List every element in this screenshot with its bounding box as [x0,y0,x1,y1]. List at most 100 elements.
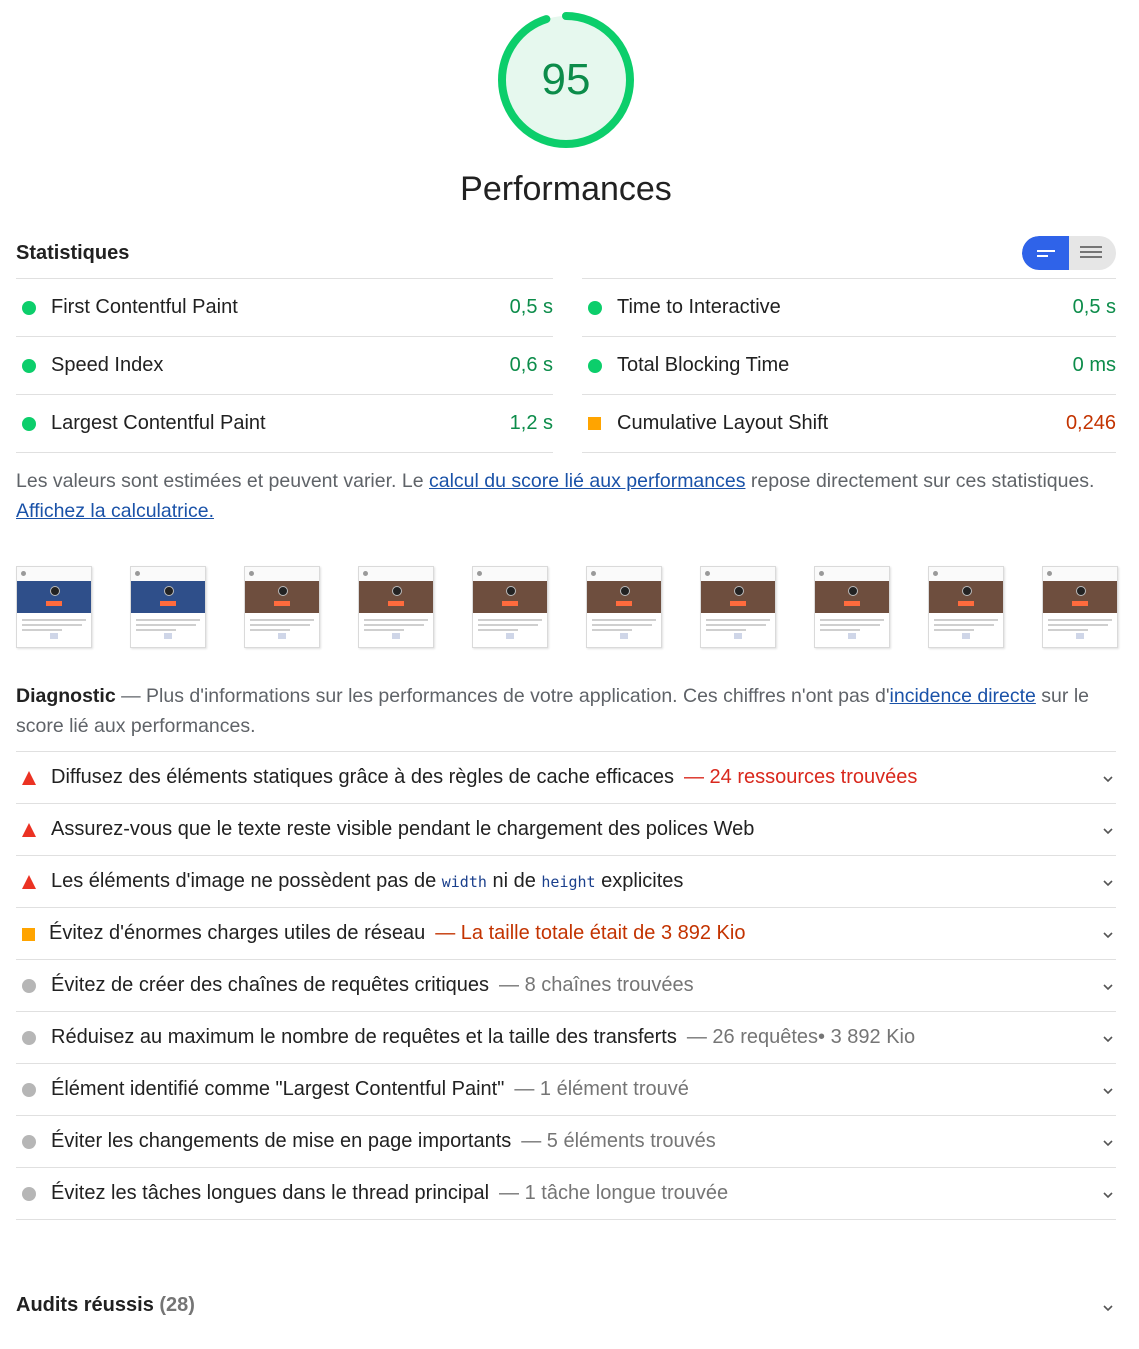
info-circle-icon [22,1031,36,1045]
average-square-icon [588,417,601,430]
lines-icon [1080,246,1102,248]
frame-hero-image [701,581,775,613]
audit-list: Diffusez des éléments statiques grâce à … [16,751,1116,1220]
fail-triangle-icon [22,771,36,785]
calculator-link[interactable]: Affichez la calculatrice. [16,500,214,522]
compact-view-button[interactable] [1069,236,1116,270]
fail-triangle-icon [22,875,36,889]
filmstrip-frame [586,566,662,648]
audit-layout-shift-elements[interactable]: Éviter les changements de mise en page i… [16,1115,1116,1167]
frame-hero-image [131,581,205,613]
frame-hero-image [815,581,889,613]
passed-audits-label: Audits réussis [16,1294,154,1316]
expanded-view-button[interactable] [1022,236,1069,270]
metric-value: 1,2 s [509,412,553,434]
frame-header [815,567,889,582]
audit-title: Réduisez au maximum le nombre de requête… [51,1026,915,1049]
frame-header [131,567,205,582]
audit-title: Évitez d'énormes charges utiles de résea… [49,922,745,945]
audit-title: Éviter les changements de mise en page i… [51,1130,716,1153]
audit-long-tasks[interactable]: Évitez les tâches longues dans le thread… [16,1167,1116,1220]
info-circle-icon [22,1083,36,1097]
audit-critical-request-chains[interactable]: Évitez de créer des chaînes de requêtes … [16,959,1116,1011]
code-width: width [441,873,487,891]
diagnostics-description: — Plus d'informations sur les performanc… [115,685,890,707]
list-icon [1037,250,1055,252]
audit-title-text: Réduisez au maximum le nombre de requête… [51,1026,677,1048]
audit-unsized-images[interactable]: Les éléments d'image ne possèdent pas de… [16,855,1116,907]
audit-title: Diffusez des éléments statiques grâce à … [51,766,917,789]
direct-impact-link[interactable]: incidence directe [890,685,1036,707]
audit-cache-policy[interactable]: Diffusez des éléments statiques grâce à … [16,751,1116,803]
frame-hero-image [245,581,319,613]
note-text: Les valeurs sont estimées et peuvent var… [16,470,429,492]
metric-largest-contentful-paint: Largest Contentful Paint 1,2 s [16,394,553,453]
filmstrip-frame [358,566,434,648]
metric-cumulative-layout-shift: Cumulative Layout Shift 0,246 [582,394,1116,453]
frame-hero-image [17,581,91,613]
audit-lcp-element[interactable]: Élément identifié comme "Largest Content… [16,1063,1116,1115]
audit-resource-summary[interactable]: Réduisez au maximum le nombre de requête… [16,1011,1116,1063]
frame-header [929,567,1003,582]
audit-network-payloads[interactable]: Évitez d'énormes charges utiles de résea… [16,907,1116,959]
audit-title-text: Élément identifié comme "Largest Content… [51,1078,505,1100]
audit-display-value: — 26 requêtes• 3 892 Kio [686,1026,916,1048]
audit-display-value: — 1 tâche longue trouvée [499,1182,729,1204]
frame-header [701,567,775,582]
filmstrip-frame [472,566,548,648]
metric-label: Speed Index [51,354,164,376]
chevron-down-icon[interactable] [1102,877,1114,889]
passed-audits-header[interactable]: Audits réussis (28) [16,1294,195,1317]
metrics-column-left: First Contentful Paint 0,5 s Speed Index… [16,278,553,453]
audit-font-display[interactable]: Assurez-vous que le texte reste visible … [16,803,1116,855]
diagnostics-intro: Diagnostic — Plus d'informations sur les… [16,681,1116,741]
metric-first-contentful-paint: First Contentful Paint 0,5 s [16,278,553,336]
pass-circle-icon [588,359,602,373]
list-icon-line [1037,255,1048,257]
lines-icon-line [1080,256,1102,258]
audit-title-text: Évitez de créer des chaînes de requêtes … [51,974,490,996]
info-circle-icon [22,979,36,993]
performance-gauge[interactable]: 95 [496,10,636,150]
metrics-title: Statistiques [16,242,130,264]
frame-header [473,567,547,582]
audit-title: Élément identifié comme "Largest Content… [51,1078,689,1101]
diagnostics-title: Diagnostic [16,685,116,707]
filmstrip [16,566,1118,648]
frame-hero-image [1043,581,1117,613]
chevron-down-icon[interactable] [1102,1302,1114,1314]
audit-display-value: — La taille totale était de 3 892 Kio [435,922,746,944]
audit-title: Évitez les tâches longues dans le thread… [51,1182,728,1205]
metric-label: Time to Interactive [617,296,781,318]
metric-value: 0 ms [1072,354,1116,376]
score-calculation-link[interactable]: calcul du score lié aux performances [429,470,746,492]
frame-header [1043,567,1117,582]
metric-value: 0,5 s [1072,296,1116,318]
chevron-down-icon[interactable] [1102,1137,1114,1149]
lines-icon-line [1080,251,1102,253]
frame-header [17,567,91,582]
chevron-down-icon[interactable] [1102,1085,1114,1097]
audit-title-text: Assurez-vous que le texte reste visible … [51,818,755,840]
audit-title: Assurez-vous que le texte reste visible … [51,818,754,841]
audit-title-text: Évitez les tâches longues dans le thread… [51,1182,490,1204]
chevron-down-icon[interactable] [1102,1033,1114,1045]
metrics-view-toggle[interactable] [1022,236,1116,270]
passed-audits-count: (28) [159,1294,195,1316]
filmstrip-frame [130,566,206,648]
gauge-title: Performances [460,170,672,208]
audit-title-text: ni de [486,870,542,892]
chevron-down-icon[interactable] [1102,981,1114,993]
chevron-down-icon[interactable] [1102,929,1114,941]
frame-hero-image [359,581,433,613]
frame-hero-image [929,581,1003,613]
metrics-note: Les valeurs sont estimées et peuvent var… [16,466,1116,526]
chevron-down-icon[interactable] [1102,1189,1114,1201]
metric-total-blocking-time: Total Blocking Time 0 ms [582,336,1116,394]
filmstrip-frame [814,566,890,648]
fail-triangle-icon [22,823,36,837]
metric-value: 0,246 [1065,412,1116,434]
chevron-down-icon[interactable] [1102,773,1114,785]
chevron-down-icon[interactable] [1102,825,1114,837]
metrics-column-right: Time to Interactive 0,5 s Total Blocking… [582,278,1116,453]
